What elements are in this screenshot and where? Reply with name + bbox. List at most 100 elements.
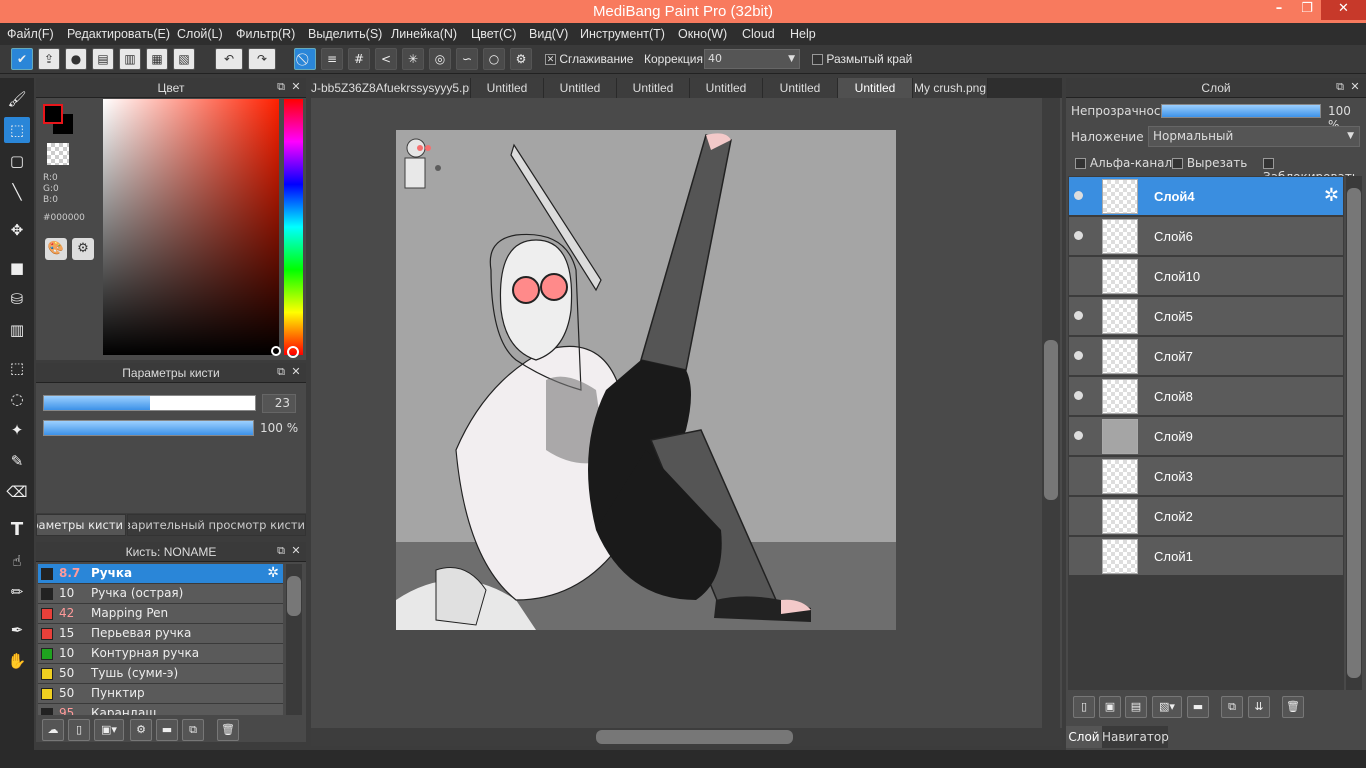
scrollbar-thumb[interactable] bbox=[596, 730, 793, 744]
layer-row[interactable]: Слой7 bbox=[1069, 337, 1343, 376]
comment-icon[interactable]: ● bbox=[65, 48, 87, 70]
delete-layer-icon[interactable]: 🗑 bbox=[1282, 696, 1304, 718]
layer-row-selected[interactable]: Слой4 ✲ bbox=[1069, 177, 1343, 216]
undo-icon[interactable]: ↶ bbox=[215, 48, 243, 70]
brush-settings-gear-icon[interactable]: ✲ bbox=[267, 564, 279, 583]
transparent-color-swatch[interactable] bbox=[47, 143, 69, 165]
brush-list-scrollbar[interactable] bbox=[286, 564, 302, 715]
tab-document[interactable]: Untitled bbox=[544, 78, 617, 98]
tab-brush-preview[interactable]: Предварительный просмотр кисти bbox=[127, 514, 306, 536]
layer-row[interactable]: Слой8 bbox=[1069, 377, 1343, 416]
grid-snap-icon[interactable]: # bbox=[348, 48, 370, 70]
menu-select[interactable]: Выделить(S) bbox=[308, 23, 382, 45]
palette-settings-icon[interactable]: ⚙ bbox=[72, 238, 94, 260]
visibility-eye-icon[interactable] bbox=[1074, 391, 1083, 400]
cloud-icon[interactable]: ✔ bbox=[11, 48, 33, 70]
grid-doc-icon[interactable]: ▦ bbox=[146, 48, 168, 70]
brush-tool-icon[interactable]: 🖌 bbox=[4, 86, 30, 112]
brush-item[interactable]: 15 Перьевая ручка bbox=[38, 624, 283, 644]
layer-opacity-slider[interactable] bbox=[1161, 104, 1321, 118]
visibility-eye-icon[interactable] bbox=[1074, 351, 1083, 360]
correction-dropdown[interactable]: 40 ▼ bbox=[704, 49, 800, 69]
folder-icon[interactable]: ▬ bbox=[156, 719, 178, 741]
brush-item[interactable]: 50 Пунктир bbox=[38, 684, 283, 704]
panel-close-icon[interactable]: ✕ bbox=[289, 365, 303, 379]
gradient-tool-icon[interactable]: ▥ bbox=[4, 317, 30, 343]
curve-snap-icon[interactable]: ∽ bbox=[456, 48, 478, 70]
scrollbar-thumb[interactable] bbox=[287, 576, 301, 616]
tab-brush-params[interactable]: Параметры кисти bbox=[36, 514, 126, 536]
tab-document[interactable]: My crush.png bbox=[913, 78, 988, 98]
share-icon[interactable]: ⇪ bbox=[38, 48, 60, 70]
brush-item[interactable]: 10 Контурная ручка bbox=[38, 644, 283, 664]
magic-wand-tool-icon[interactable]: ✦ bbox=[4, 417, 30, 443]
menu-ruler[interactable]: Линейка(N) bbox=[391, 23, 457, 45]
menu-layer[interactable]: Слой(L) bbox=[177, 23, 223, 45]
hue-slider[interactable] bbox=[284, 99, 303, 355]
line-tool-icon[interactable]: ╲ bbox=[4, 179, 30, 205]
operation-tool-icon[interactable]: ☝ bbox=[4, 548, 30, 574]
undock-icon[interactable]: ⧉ bbox=[274, 80, 288, 94]
smoothing-checkbox[interactable]: ✕ Сглаживание bbox=[545, 48, 633, 70]
tab-document[interactable]: J-bb5Z36Z8Afuekrssysyyy5.png bbox=[311, 78, 471, 98]
palette-icon[interactable]: 🎨 bbox=[45, 238, 67, 260]
concentric-snap-icon[interactable]: ◎ bbox=[429, 48, 451, 70]
blend-mode-dropdown[interactable]: Нормальный ▼ bbox=[1148, 126, 1360, 147]
fill-rect-tool-icon[interactable]: ■ bbox=[4, 255, 30, 281]
lasso-tool-icon[interactable]: ◌ bbox=[4, 386, 30, 412]
canvas-horizontal-scrollbar[interactable] bbox=[311, 728, 1062, 746]
divide-tool-icon[interactable]: ✏ bbox=[4, 579, 30, 605]
panel-close-icon[interactable]: ✕ bbox=[1348, 80, 1362, 94]
perspective-snap-icon[interactable]: < bbox=[375, 48, 397, 70]
layer-row[interactable]: Слой9 bbox=[1069, 417, 1343, 456]
select-pen-tool-icon[interactable]: ✎ bbox=[4, 448, 30, 474]
menu-filter[interactable]: Фильтр(R) bbox=[236, 23, 295, 45]
layer-row[interactable]: Слой5 bbox=[1069, 297, 1343, 336]
brush-opacity-slider[interactable] bbox=[43, 420, 254, 436]
text-tool-icon[interactable]: T bbox=[4, 517, 30, 543]
radial-snap-icon[interactable]: ✳ bbox=[402, 48, 424, 70]
merge-layer-icon[interactable]: ⇊ bbox=[1248, 696, 1270, 718]
brush-size-value[interactable]: 23 bbox=[262, 394, 296, 413]
layer-row[interactable]: Слой3 bbox=[1069, 457, 1343, 496]
new-brush-icon[interactable]: ▯ bbox=[68, 719, 90, 741]
undock-icon[interactable]: ⧉ bbox=[274, 544, 288, 558]
scrollbar-thumb[interactable] bbox=[1347, 188, 1361, 678]
blur-edge-checkbox[interactable]: Размытый край bbox=[812, 48, 912, 70]
new-1bit-layer-icon[interactable]: ▤ bbox=[1125, 696, 1147, 718]
redo-icon[interactable]: ↷ bbox=[248, 48, 276, 70]
select-eraser-tool-icon[interactable]: ⌫ bbox=[4, 479, 30, 505]
visibility-eye-icon[interactable] bbox=[1074, 231, 1083, 240]
minimize-button[interactable]: – bbox=[1265, 0, 1293, 20]
delete-brush-icon[interactable]: 🗑 bbox=[217, 719, 239, 741]
restore-button[interactable]: ❐ bbox=[1293, 0, 1321, 20]
duplicate-brush-icon[interactable]: ⧉ bbox=[182, 719, 204, 741]
menu-tool[interactable]: Инструмент(T) bbox=[580, 23, 665, 45]
add-layer-menu-icon[interactable]: ▧▾ bbox=[1152, 696, 1182, 718]
circle-snap-icon[interactable]: ○ bbox=[483, 48, 505, 70]
hand-tool-icon[interactable]: ✋ bbox=[4, 648, 30, 674]
add-brush-menu-icon[interactable]: ▣▾ bbox=[94, 719, 124, 741]
new-layer-icon[interactable]: ▯ bbox=[1073, 696, 1095, 718]
layer-settings-gear-icon[interactable]: ✲ bbox=[1324, 185, 1339, 206]
message-icon[interactable]: ▤ bbox=[92, 48, 114, 70]
brush-size-slider[interactable] bbox=[43, 395, 256, 411]
menu-help[interactable]: Help bbox=[790, 23, 816, 45]
brush-item[interactable]: 95 Карандаш bbox=[38, 704, 283, 715]
layer-row[interactable]: Слой6 bbox=[1069, 217, 1343, 256]
visibility-eye-icon[interactable] bbox=[1074, 191, 1083, 200]
layer-row[interactable]: Слой10 bbox=[1069, 257, 1343, 296]
menu-window[interactable]: Окно(W) bbox=[678, 23, 727, 45]
dot-tool-icon[interactable]: ▢ bbox=[4, 148, 30, 174]
tab-document-active[interactable]: Untitled bbox=[838, 78, 913, 98]
menu-view[interactable]: Вид(V) bbox=[529, 23, 568, 45]
brush-item[interactable]: 50 Тушь (суми-э) bbox=[38, 664, 283, 684]
brush-item[interactable]: 42 Mapping Pen bbox=[38, 604, 283, 624]
tab-layer[interactable]: Слой bbox=[1066, 726, 1102, 748]
new-folder-icon[interactable]: ▬ bbox=[1187, 696, 1209, 718]
move-tool-icon[interactable]: ✥ bbox=[4, 217, 30, 243]
clip-checkbox[interactable]: Вырезать bbox=[1172, 156, 1247, 170]
undock-icon[interactable]: ⧉ bbox=[274, 365, 288, 379]
layer-list-scrollbar[interactable] bbox=[1346, 176, 1362, 690]
eraser-tool-icon[interactable]: ⬚ bbox=[4, 117, 30, 143]
